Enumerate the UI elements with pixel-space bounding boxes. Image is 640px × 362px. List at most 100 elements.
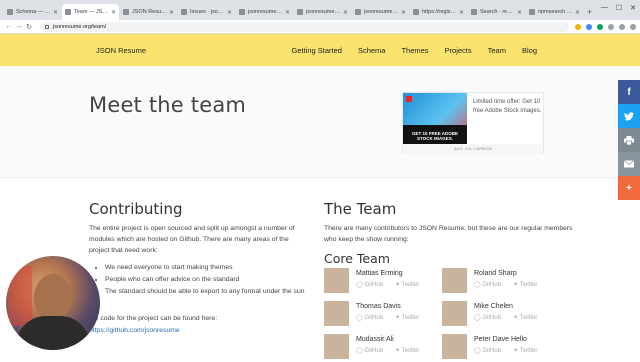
nav-link-schema[interactable]: Schema bbox=[358, 46, 386, 55]
hero-section: Meet the team GET 10 FREE ADOBE STOCK IM… bbox=[0, 66, 640, 178]
nav-link-blog[interactable]: Blog bbox=[522, 46, 537, 55]
tab-favicon-icon bbox=[181, 9, 187, 15]
tab-label: https://registry.jso bbox=[422, 9, 457, 15]
extension-icon[interactable] bbox=[619, 23, 625, 30]
tab-close-icon[interactable]: ✕ bbox=[53, 9, 58, 16]
plus-icon[interactable]: + bbox=[618, 176, 640, 200]
contributing-list-item: We need everyone to start making themes bbox=[105, 262, 307, 273]
github-link[interactable]: GitHub bbox=[482, 282, 501, 288]
tab-label: JSON Resume bbox=[132, 9, 167, 15]
tab-close-icon[interactable]: ✕ bbox=[517, 9, 522, 16]
github-link[interactable]: GitHub bbox=[364, 348, 383, 354]
ad-image-text: GET 10 FREE ADOBE STOCK IMAGES. bbox=[411, 131, 459, 141]
github-org-link[interactable]: https://github.com/jsonresume bbox=[89, 327, 180, 334]
tab-close-icon[interactable]: ✕ bbox=[459, 9, 464, 16]
twitter-icon[interactable]: ✦ Twitter bbox=[395, 282, 425, 288]
reload-icon[interactable]: ↻ bbox=[24, 23, 34, 31]
site-header: JSON Resume Getting Started Schema Themes P… bbox=[0, 34, 640, 66]
tab-close-icon[interactable]: ✕ bbox=[343, 9, 348, 16]
back-icon[interactable]: ← bbox=[4, 23, 14, 30]
contributing-list-item: People who can offer advice on the stand… bbox=[105, 274, 307, 285]
tab-favicon-icon bbox=[529, 9, 535, 15]
tab-label: jsonresume/registry bbox=[364, 9, 399, 15]
browser-tab[interactable]: jsonresume/registry✕ bbox=[352, 4, 409, 20]
code-link-paragraph: the code for the project can be found he… bbox=[89, 313, 299, 337]
browser-tab[interactable]: jsonresume/resume✕ bbox=[236, 4, 293, 20]
tab-favicon-icon bbox=[65, 9, 71, 15]
twitter-icon[interactable]: ✦ Twitter bbox=[513, 315, 543, 321]
browser-tab[interactable]: JSON Resume ✕ bbox=[120, 4, 177, 20]
twitter-icon[interactable]: ✦ Twitter bbox=[513, 348, 543, 354]
new-tab-icon[interactable]: + bbox=[587, 4, 592, 20]
carbon-ad[interactable]: GET 10 FREE ADOBE STOCK IMAGES. Limited … bbox=[402, 92, 544, 154]
core-team-title: Core Team bbox=[324, 251, 390, 266]
tab-close-icon[interactable]: ✕ bbox=[575, 9, 580, 16]
nav-link-projects[interactable]: Projects bbox=[445, 46, 472, 55]
tab-close-icon[interactable]: ✕ bbox=[401, 9, 406, 16]
browser-tab[interactable]: Search · resume.js✕ bbox=[468, 4, 525, 20]
ad-image[interactable]: GET 10 FREE ADOBE STOCK IMAGES. bbox=[403, 93, 467, 144]
github-icon[interactable]: ◯ GitHub bbox=[356, 348, 389, 354]
ad-text[interactable]: Limited time offer: Get 10 free Adobe St… bbox=[473, 98, 543, 116]
browser-tab[interactable]: npmsearch · node✕ bbox=[526, 4, 583, 20]
twitter-link[interactable]: Twitter bbox=[520, 315, 538, 321]
site-brand[interactable]: JSON Resume bbox=[96, 46, 146, 55]
github-icon[interactable]: ◯ GitHub bbox=[356, 315, 389, 321]
forward-icon[interactable]: → bbox=[14, 23, 24, 30]
extension-icon[interactable] bbox=[586, 23, 592, 30]
twitter-icon[interactable]: ✦ Twitter bbox=[513, 282, 543, 288]
contributing-intro: The entire project is open sourced and s… bbox=[89, 225, 295, 254]
adobe-logo-icon bbox=[406, 96, 412, 102]
address-bar-row: ← → ↻ jsonresume.org/team/ bbox=[0, 20, 640, 34]
browser-tab[interactable]: Schema — JSON Resume✕ bbox=[4, 4, 61, 20]
browser-tab[interactable]: https://registry.jso✕ bbox=[410, 4, 467, 20]
print-icon[interactable] bbox=[618, 128, 640, 152]
profile-avatar-icon[interactable] bbox=[630, 23, 636, 30]
twitter-link[interactable]: Twitter bbox=[402, 282, 420, 288]
lock-icon bbox=[45, 24, 49, 29]
github-icon[interactable]: ◯ GitHub bbox=[474, 282, 507, 288]
extension-icon[interactable] bbox=[575, 23, 581, 30]
ad-footer[interactable]: ADS VIA CARBON bbox=[403, 144, 543, 154]
github-icon[interactable]: ◯ GitHub bbox=[474, 315, 507, 321]
avatar bbox=[442, 334, 467, 359]
nav-link-themes[interactable]: Themes bbox=[401, 46, 428, 55]
tab-close-icon[interactable]: ✕ bbox=[169, 9, 174, 16]
webcam-overlay bbox=[6, 256, 100, 350]
close-window-icon[interactable]: ✕ bbox=[630, 4, 636, 12]
email-icon[interactable] bbox=[618, 152, 640, 176]
nav-link-getting-started[interactable]: Getting Started bbox=[291, 46, 341, 55]
team-member-card: Mattias Erming ◯ GitHub ✦ Twitter bbox=[324, 268, 442, 296]
github-link[interactable]: GitHub bbox=[482, 348, 501, 354]
extension-icon[interactable] bbox=[608, 23, 614, 30]
facebook-icon[interactable]: f bbox=[618, 80, 640, 104]
twitter-icon[interactable]: ✦ Twitter bbox=[395, 348, 425, 354]
url-field[interactable]: jsonresume.org/team/ bbox=[40, 21, 569, 32]
twitter-link[interactable]: Twitter bbox=[402, 348, 420, 354]
github-link[interactable]: GitHub bbox=[364, 282, 383, 288]
minimize-icon[interactable]: — bbox=[601, 4, 608, 12]
extension-icon[interactable] bbox=[597, 23, 603, 30]
browser-tab[interactable]: Issues · jsonresume✕ bbox=[178, 4, 235, 20]
nav-link-team[interactable]: Team bbox=[488, 46, 506, 55]
tab-close-icon[interactable]: ✕ bbox=[285, 9, 290, 16]
github-icon[interactable]: ◯ GitHub bbox=[356, 282, 389, 288]
member-links: ◯ GitHub ✦ Twitter bbox=[356, 281, 431, 288]
team-member-card: Roland Sharp ◯ GitHub ✦ Twitter bbox=[442, 268, 560, 296]
contributing-list: We need everyone to start making themesP… bbox=[105, 262, 307, 297]
browser-tab[interactable]: jsonresume-theme✕ bbox=[294, 4, 351, 20]
maximize-icon[interactable]: ☐ bbox=[616, 4, 622, 12]
github-link[interactable]: GitHub bbox=[364, 315, 383, 321]
github-link[interactable]: GitHub bbox=[482, 315, 501, 321]
tab-close-icon[interactable]: ✕ bbox=[227, 9, 232, 16]
twitter-icon[interactable]: ✦ Twitter bbox=[395, 315, 425, 321]
twitter-link[interactable]: Twitter bbox=[520, 348, 538, 354]
member-name: Mike Chelen bbox=[474, 303, 513, 310]
browser-tab[interactable]: Team — JSON Resume✕ bbox=[62, 4, 119, 20]
github-icon[interactable]: ◯ GitHub bbox=[474, 348, 507, 354]
tab-close-icon[interactable]: ✕ bbox=[111, 9, 116, 16]
twitter-icon[interactable] bbox=[618, 104, 640, 128]
twitter-link[interactable]: Twitter bbox=[520, 282, 538, 288]
tab-favicon-icon bbox=[123, 9, 129, 15]
twitter-link[interactable]: Twitter bbox=[402, 315, 420, 321]
